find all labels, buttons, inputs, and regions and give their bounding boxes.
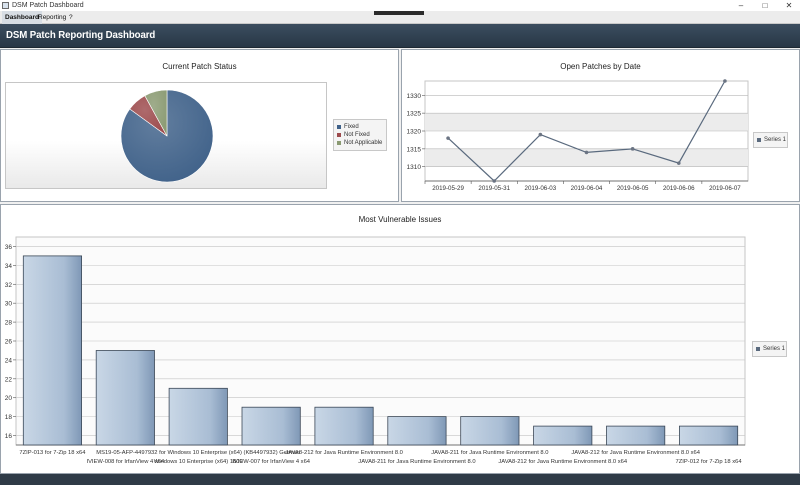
series-1-point — [584, 150, 589, 155]
y-tick-label: 26 — [5, 339, 13, 346]
x-tick-label: MS19-05-AFP-4497932 for Windows 10 Enter… — [96, 450, 300, 456]
bar — [387, 416, 447, 446]
x-tick-label: JAVA8-212 for Java Runtime Environment 8… — [571, 450, 700, 456]
y-tick-label: 1315 — [407, 146, 422, 153]
y-tick-label: 30 — [5, 301, 13, 308]
x-tick-label: 2019-06-06 — [663, 185, 695, 192]
bar — [241, 406, 301, 446]
bar — [95, 350, 155, 446]
dashboard-title: DSM Patch Reporting Dashboard — [6, 29, 156, 41]
window-grip — [374, 11, 424, 15]
bar — [606, 425, 666, 446]
y-tick-label: 36 — [5, 244, 13, 251]
legend-swatch — [757, 138, 761, 142]
legend-swatch — [337, 125, 341, 129]
y-tick-label: 20 — [5, 395, 13, 402]
series-1-point — [676, 161, 681, 165]
legend-item-fixed: Fixed — [337, 123, 383, 131]
y-tick-label: 22 — [5, 376, 13, 383]
legend-item-series-1: Series 1 — [756, 345, 785, 353]
y-tick-label: 1320 — [407, 129, 422, 136]
x-tick-label: 7ZIP-012 for 7-Zip 18 x64 — [676, 459, 743, 465]
patch-status-title: Current Patch Status — [162, 62, 237, 71]
x-tick-label: JAVA8-212 for Java Runtime Environment 8… — [285, 450, 403, 456]
series-1-point — [630, 147, 635, 151]
grid-band — [425, 113, 748, 131]
y-tick-label: 1310 — [407, 164, 422, 171]
y-tick-label: 16 — [5, 433, 13, 440]
x-tick-label: JAVA8-211 for Java Runtime Environment 8… — [431, 450, 548, 456]
patch-status-pie-chart — [120, 89, 214, 183]
x-tick-label: Windows 10 Enterprise (x64) 1809 — [154, 459, 243, 465]
series-1-point — [538, 132, 543, 137]
bar — [22, 255, 82, 446]
maximize-button[interactable]: □ — [757, 0, 773, 11]
pie-plot-area — [5, 82, 327, 189]
vulnerable-issues-legend: Series 1 — [752, 341, 787, 357]
series-1-point — [492, 179, 497, 183]
y-tick-label: 28 — [5, 320, 13, 327]
status-bar — [0, 474, 800, 485]
legend-swatch — [337, 141, 341, 145]
legend-item-not-fixed: Not Fixed — [337, 131, 383, 139]
close-button[interactable]: ✕ — [781, 0, 797, 11]
bar — [533, 425, 593, 446]
dashboard-header: DSM Patch Reporting Dashboard — [0, 24, 800, 48]
open-patches-legend: Series 1 — [753, 132, 788, 148]
x-tick-label: 2019-06-04 — [571, 185, 603, 192]
y-tick-label: 18 — [5, 414, 13, 421]
y-tick-label: 1325 — [407, 111, 422, 118]
legend-item-not-applicable: Not Applicable — [337, 139, 383, 147]
open-patches-panel: Open Patches by Date 1310 1315 1320 1325 133… — [401, 49, 800, 202]
x-tick-label: 2019-05-29 — [432, 185, 464, 192]
title-bar: DSM Patch Dashboard – □ ✕ — [0, 0, 800, 11]
app-icon — [2, 2, 9, 9]
open-patches-line-chart: 1310 1315 1320 1325 1330 2019-05-29 2019-05-31… — [407, 79, 749, 192]
legend-item-series-1: Series 1 — [757, 136, 786, 144]
patch-status-panel: Current Patch Status Fixed Not Fixed Not… — [0, 49, 399, 202]
legend-swatch — [756, 347, 760, 351]
menu-help[interactable]: ? — [66, 11, 76, 24]
x-tick-label: 2019-06-07 — [709, 185, 741, 192]
bar — [168, 387, 228, 446]
bar — [679, 425, 739, 446]
patch-status-legend: Fixed Not Fixed Not Applicable — [333, 119, 387, 151]
y-tick-label: 34 — [5, 263, 13, 270]
x-tick-label: JAVA8-211 for Java Runtime Environment 8… — [358, 459, 475, 465]
legend-swatch — [337, 133, 341, 137]
x-tick-label: 7ZIP-013 for 7-Zip 18 x64 — [19, 450, 86, 456]
window-title: DSM Patch Dashboard — [12, 2, 84, 9]
y-tick-label: 24 — [5, 357, 13, 364]
x-tick-label: IVIEW-007 for IrfanView 4 x64 — [232, 459, 311, 465]
bar — [314, 406, 374, 446]
minimize-button[interactable]: – — [733, 0, 749, 11]
series-1-point — [446, 136, 450, 140]
menu-reporting[interactable]: Reporting — [35, 11, 69, 24]
x-tick-label: JAVA8-212 for Java Runtime Environment 8… — [498, 459, 627, 465]
x-tick-label: 2019-06-03 — [525, 185, 557, 192]
y-tick-label: 1330 — [407, 93, 422, 100]
x-tick-label: 2019-05-31 — [478, 185, 510, 192]
x-tick-label: 2019-06-05 — [617, 185, 649, 192]
app-window: DSM Patch Dashboard – □ ✕ Dashboard Repo… — [0, 0, 800, 485]
y-tick-label: 32 — [5, 282, 13, 289]
vulnerable-issues-panel: Most Vulnerable Issues 16 18 20 22 24 26 28 30 3… — [0, 204, 800, 474]
series-1-point — [723, 79, 727, 83]
vulnerable-issues-bar-chart: 16 18 20 22 24 26 28 30 32 34 36 7ZIP-013 for 7-Zip… — [5, 236, 746, 465]
bar — [460, 416, 520, 446]
